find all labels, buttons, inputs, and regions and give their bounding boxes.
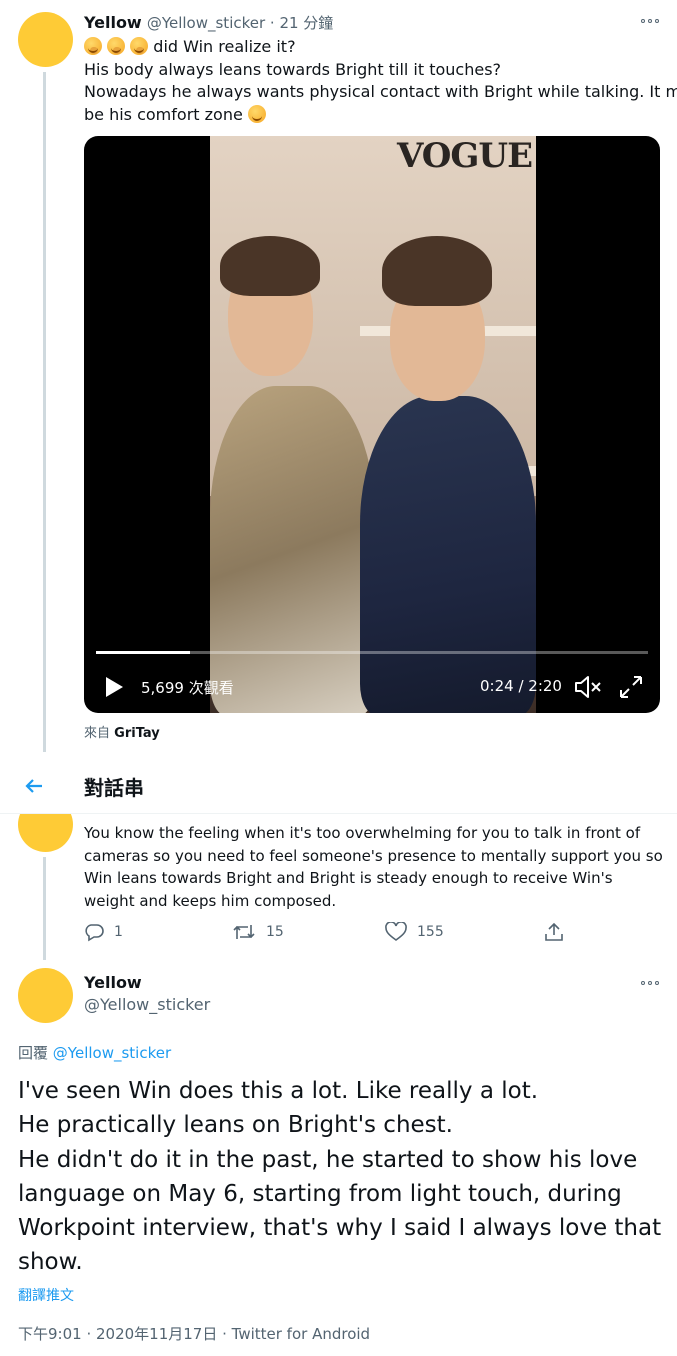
video-progress-bar[interactable] — [96, 651, 648, 654]
tweet-line: Workpoint interview, that's why I said I… — [18, 1215, 662, 1242]
reply-icon — [85, 924, 104, 942]
like-button[interactable]: 155 — [385, 922, 444, 942]
conversation-header: 對話串 — [0, 762, 677, 814]
source-prefix: 來自 — [84, 726, 111, 741]
replying-to: 回覆 @Yellow_sticker — [18, 1042, 171, 1063]
tweet-line: He practically leans on Bright's chest. — [18, 1112, 453, 1139]
hand-over-mouth-emoji-icon — [130, 37, 149, 55]
reply-handle-link[interactable]: @Yellow_sticker — [53, 1044, 171, 1062]
tweet-header: Yellow @Yellow_sticker · 21 分鐘 — [84, 12, 333, 34]
play-icon[interactable] — [104, 676, 124, 698]
retweet-button[interactable]: 15 — [232, 922, 284, 942]
mute-icon[interactable] — [574, 674, 602, 700]
person-left — [210, 386, 375, 713]
tweet-line: Nowadays he always wants physical contac… — [84, 82, 677, 101]
share-icon — [545, 922, 563, 941]
tweet-line: weight and keeps him composed. — [84, 892, 337, 911]
author-handle-time[interactable]: @Yellow_sticker · 21 分鐘 — [147, 14, 334, 32]
author-name[interactable]: Yellow — [84, 13, 142, 32]
back-arrow-icon[interactable] — [22, 774, 46, 798]
tweet-text: I've seen Win does this a lot. Like real… — [18, 1074, 668, 1280]
video-player[interactable]: VOGUE 5,699 次觀看 0:24 / 2:20 — [84, 136, 660, 713]
tweet-text: did Win realize it? His body always lean… — [84, 36, 677, 126]
smiling-face-emoji-icon — [247, 104, 266, 123]
author-handle[interactable]: @Yellow_sticker — [84, 995, 210, 1014]
fullscreen-icon[interactable] — [618, 674, 644, 700]
tweet-actions: 1 15 155 — [84, 922, 644, 946]
heart-icon — [385, 922, 407, 941]
retweet-icon — [233, 925, 255, 939]
more-options-icon[interactable] — [639, 14, 661, 28]
like-count: 155 — [417, 924, 444, 940]
tweet-line: You know the feeling when it's too overw… — [84, 824, 641, 842]
tweet-line: Win leans towards Bright and Bright is s… — [84, 869, 613, 888]
tweet-text: You know the feeling when it's too overw… — [84, 822, 664, 913]
reply-count: 1 — [114, 924, 123, 940]
retweet-count: 15 — [266, 924, 284, 940]
avatar[interactable] — [18, 12, 73, 67]
translate-tweet-link[interactable]: 翻譯推文 — [18, 1285, 74, 1305]
tweet-line: I've seen Win does this a lot. Like real… — [18, 1078, 539, 1104]
tweet-line: did Win realize it? — [153, 37, 296, 56]
video-time: 0:24 / 2:20 — [480, 677, 562, 695]
tweet-line: be his comfort zone — [84, 104, 243, 124]
tweet-line: show. — [18, 1249, 83, 1276]
author-name[interactable]: Yellow — [84, 973, 142, 992]
avatar[interactable] — [18, 968, 73, 1023]
reply-prefix: 回覆 — [18, 1044, 49, 1062]
tweet-line: language on May 6, starting from light t… — [18, 1180, 622, 1207]
thread-line — [43, 857, 46, 960]
video-progress-fill — [96, 651, 190, 654]
hand-over-mouth-emoji-icon — [84, 37, 102, 55]
source-name-link[interactable]: GriTay — [114, 726, 160, 741]
media-source: 來自 GriTay — [84, 722, 160, 741]
hand-over-mouth-emoji-icon — [107, 37, 126, 55]
video-frame[interactable]: VOGUE — [210, 136, 536, 713]
view-count: 5,699 次觀看 — [141, 679, 234, 697]
tweet-line: He didn't do it in the past, he started … — [18, 1146, 638, 1173]
person-right — [360, 396, 536, 713]
video-watermark: VOGUE — [396, 136, 533, 176]
tweet-metadata[interactable]: 下午9:01 · 2020年11月17日 · Twitter for Andro… — [18, 1323, 370, 1344]
tweet-line: His body always leans towards Bright til… — [84, 59, 502, 79]
page-title: 對話串 — [84, 776, 144, 800]
more-options-icon[interactable] — [639, 976, 661, 990]
tweet-line: cameras so you need to feel someone's pr… — [84, 846, 663, 865]
thread-line — [43, 72, 46, 752]
share-button[interactable] — [544, 922, 564, 942]
reply-button[interactable]: 1 — [84, 922, 123, 942]
